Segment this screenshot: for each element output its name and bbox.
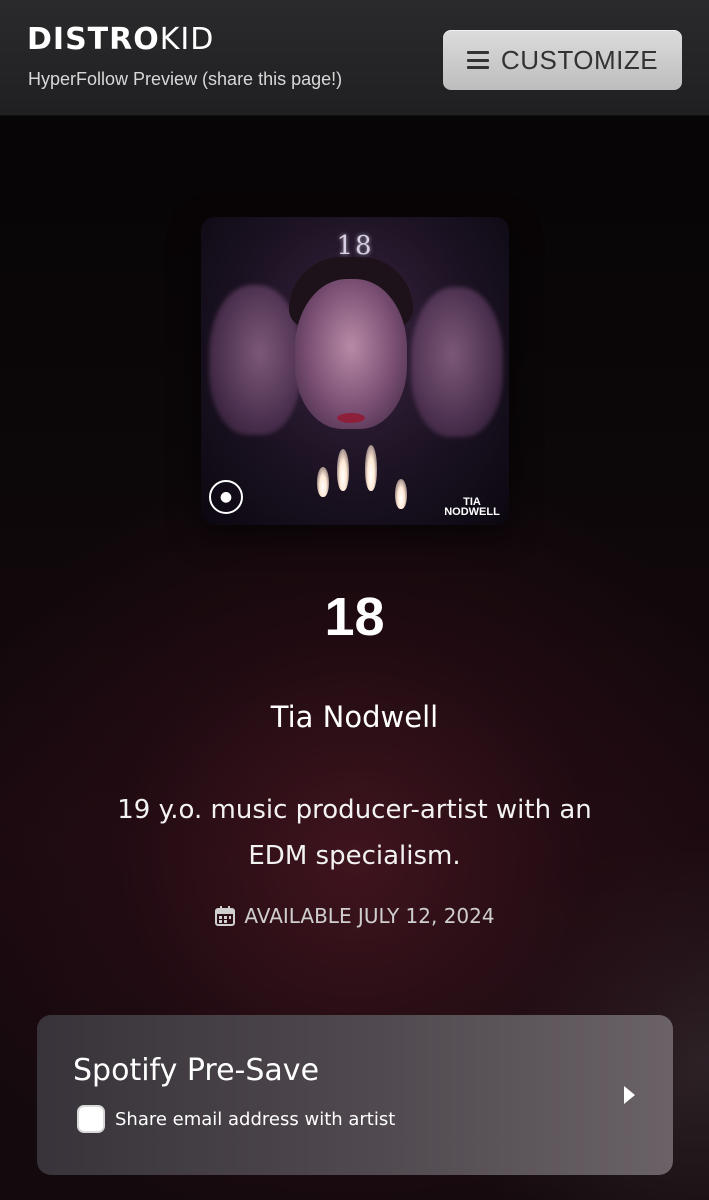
top-bar: DISTROKID HyperFollow Preview (share thi…	[0, 0, 709, 116]
cover-face-left	[209, 285, 301, 435]
cover-face-right	[411, 287, 503, 437]
label-logo-icon: ●	[209, 480, 243, 514]
share-email-label: Share email address with artist	[115, 1108, 396, 1130]
cover-face-center	[295, 279, 407, 429]
logo-light-text: KID	[159, 22, 215, 57]
cover-tiara-text: 18	[336, 231, 374, 261]
distrokid-logo[interactable]: DISTROKID	[27, 22, 214, 57]
hyperfollow-page: DISTROKID HyperFollow Preview (share thi…	[0, 0, 709, 1200]
chevron-right-icon	[624, 1086, 635, 1104]
logo-bold-text: DISTRO	[27, 22, 160, 57]
calendar-icon	[215, 906, 236, 926]
candle-flame	[395, 479, 407, 509]
candle-flame	[365, 445, 377, 491]
cover-artist-tag-line2: NODWELL	[444, 506, 500, 518]
artist-name[interactable]: Tia Nodwell	[0, 700, 709, 734]
spotify-presave-card[interactable]: Spotify Pre-Save Share email address wit…	[37, 1015, 673, 1175]
share-email-checkbox[interactable]	[77, 1105, 105, 1133]
release-title: 18	[324, 587, 385, 647]
share-email-row[interactable]: Share email address with artist	[77, 1105, 395, 1133]
customize-button[interactable]: CUSTOMIZE	[443, 30, 682, 90]
availability-text: AVAILABLE JULY 12, 2024	[244, 904, 495, 928]
hamburger-icon	[466, 51, 489, 69]
presave-title: Spotify Pre-Save	[73, 1053, 320, 1088]
availability-row: AVAILABLE JULY 12, 2024	[0, 904, 709, 928]
cover-lips	[337, 413, 365, 423]
artist-bio: 19 y.o. music producer-artist with an ED…	[117, 795, 592, 871]
album-cover: 18 ● TIA NODWELL	[201, 217, 509, 525]
candle-flame	[337, 449, 349, 491]
cover-artist-tag: TIA NODWELL	[437, 497, 507, 518]
page-subtitle: HyperFollow Preview (share this page!)	[28, 69, 343, 89]
candle-flame	[317, 467, 329, 497]
customize-label: CUSTOMIZE	[500, 44, 659, 75]
